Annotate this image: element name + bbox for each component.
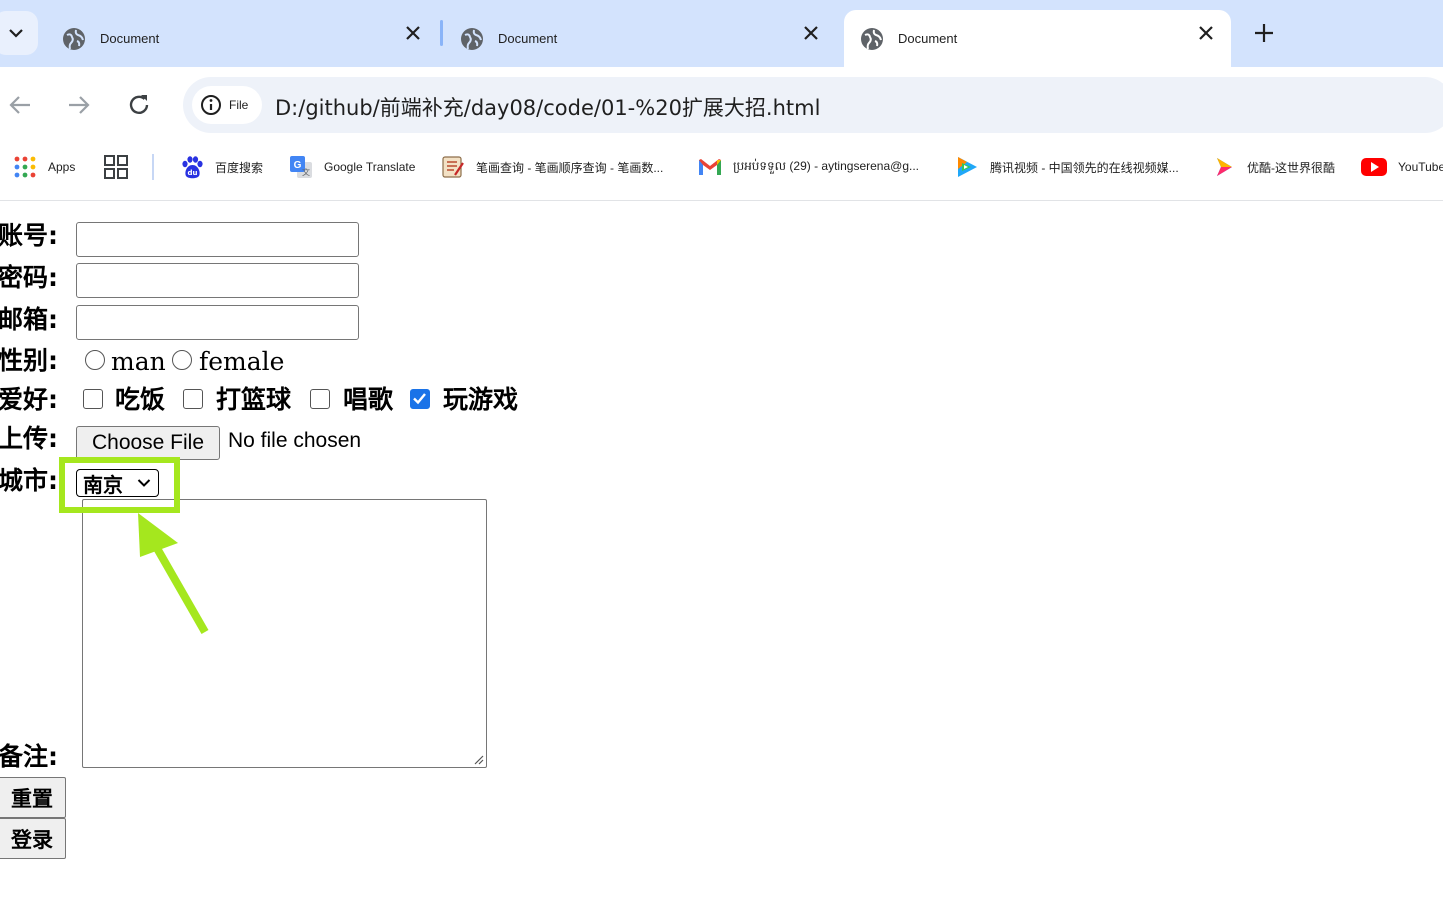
tab-title: Document [498,31,558,46]
city-label: 城市: [0,466,58,495]
apps-grid-icon [14,156,36,178]
bookmarks-separator [152,154,154,180]
bookmark-youku[interactable]: 优酷-这世界很酷 [1212,155,1335,179]
google-translate-icon: G 文 [290,156,312,178]
gender-radio-female[interactable] [172,350,192,370]
choose-file-button[interactable]: Choose File [76,426,220,460]
upload-label: 上传: [0,424,58,453]
email-label: 邮箱: [0,305,58,334]
address-bar[interactable]: File D:/github/前端补充/day08/code/01-%20扩展大… [183,77,1443,133]
bookmarks-bar: Apps du 百度搜索 G 文 Google Translate 笔画查询 - [0,144,1443,201]
svg-text:G: G [294,160,302,171]
tab-title: Document [898,31,958,46]
reload-icon[interactable] [125,91,153,119]
youtube-icon [1361,158,1387,176]
resize-grip-icon[interactable] [472,753,484,765]
bookmark-stroke-order[interactable]: 笔画查询 - 笔画顺序查询 - 笔画数... [441,155,663,179]
tab-divider [440,20,443,46]
bookmark-label: 优酷-这世界很酷 [1247,160,1335,175]
bookmark-label: 腾讯视频 - 中国领先的在线视频媒... [990,160,1179,175]
info-icon [201,95,221,115]
bookmark-baidu[interactable]: du 百度搜索 [180,155,263,179]
reset-button[interactable]: 重置 [0,777,66,818]
gmail-icon [699,159,721,175]
tencent-video-icon [958,157,977,177]
account-input[interactable] [76,222,359,257]
scheme-label: File [229,98,249,112]
hobby-checkbox-sing[interactable] [310,389,330,409]
back-arrow-icon[interactable] [6,91,34,119]
login-button[interactable]: 登录 [0,818,66,859]
globe-icon [861,27,883,50]
bookmark-label: 百度搜索 [215,160,264,175]
bookmark-label: ប្រអប់ទទួល (29) - aytingserena@g... [733,159,919,173]
gender-option-label: female [199,347,285,376]
bookmark-gmail[interactable]: ប្រអប់ទទួល (29) - aytingserena@g... [698,155,919,179]
remark-label: 备注: [0,742,58,771]
hobby-checkbox-basketball[interactable] [183,389,203,409]
youku-icon [1217,158,1232,176]
browser-toolbar: File D:/github/前端补充/day08/code/01-%20扩展大… [0,67,1443,144]
email-input[interactable] [76,305,359,340]
tab-document-2[interactable]: Document [444,10,832,67]
gender-radio-man[interactable] [85,350,105,370]
globe-icon [461,27,483,50]
tab-title: Document [100,31,160,46]
bookmark-label: Apps [48,160,76,174]
svg-text:du: du [188,169,198,177]
chevron-down-icon [9,29,23,38]
hobby-option-label: 唱歌 [343,385,394,414]
bookmark-google-translate[interactable]: G 文 Google Translate [289,155,415,179]
new-tab-plus-icon[interactable] [1252,21,1276,45]
globe-icon [63,27,85,50]
stroke-order-icon [442,156,464,178]
tab-search-button[interactable] [0,11,38,55]
gender-label: 性别: [0,346,58,375]
tab-groups-icon [104,155,128,179]
password-label: 密码: [0,263,58,292]
svg-text:文: 文 [302,167,310,177]
hobby-label: 爱好: [0,385,58,414]
hobby-option-label: 玩游戏 [443,385,519,414]
bookmark-tencent-video[interactable]: 腾讯视频 - 中国领先的在线视频媒... [955,155,1179,179]
checkmark-icon [413,393,426,405]
gender-option-label: man [111,347,166,376]
page-content: 账号: 密码: 邮箱: 性别: man female 爱好: 吃饭 打篮球 唱歌… [0,202,1443,911]
annotation-arrow-icon [138,513,209,634]
tab-strip: Document Document Document [0,0,1443,67]
close-icon[interactable] [802,24,820,42]
close-icon[interactable] [404,24,422,42]
password-input[interactable] [76,263,359,298]
file-status-text: No file chosen [228,429,362,452]
hobby-checkbox-eat[interactable] [83,389,103,409]
close-icon[interactable] [1197,24,1215,42]
bookmark-youtube[interactable]: YouTube [1361,155,1443,179]
hobby-checkbox-games[interactable] [410,389,430,409]
bookmark-apps[interactable]: Apps [13,155,75,179]
bookmark-tab-groups[interactable] [104,155,128,179]
baidu-paw-icon: du [182,156,203,179]
forward-arrow-icon[interactable] [65,91,93,119]
tab-document-1[interactable]: Document [46,10,434,67]
bookmark-label: 笔画查询 - 笔画顺序查询 - 笔画数... [476,160,664,175]
bookmark-label: Google Translate [324,160,416,174]
bookmark-label: YouTube [1398,160,1443,174]
hobby-option-label: 打篮球 [216,385,292,414]
url-text[interactable]: D:/github/前端补充/day08/code/01-%20扩展大招.htm… [275,92,820,122]
site-info-chip[interactable]: File [192,86,262,124]
hobby-option-label: 吃饭 [115,385,166,414]
account-label: 账号: [0,221,58,250]
tab-document-active[interactable]: Document [844,10,1231,67]
